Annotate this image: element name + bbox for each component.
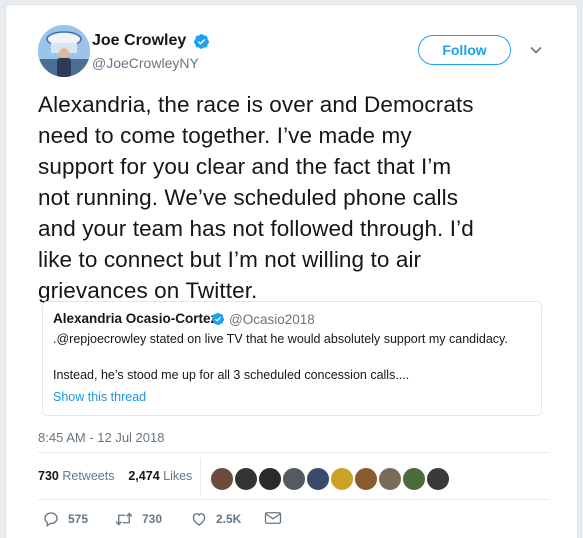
liker-avatar[interactable] [210,467,234,491]
reply-icon [44,512,58,528]
retweet-button[interactable]: 730 [114,510,162,528]
liker-avatar[interactable] [234,467,258,491]
retweets-stat[interactable]: 730 Retweets [38,469,114,483]
liker-avatar[interactable] [330,467,354,491]
tweet-line: and your team has not followed through. … [38,216,474,241]
tweet-line: like to connect but I’m not willing to a… [38,247,422,272]
like-button[interactable]: 2.5K [190,510,241,528]
quoted-author-handle: @Ocasio2018 [229,312,315,327]
tweet-text: Alexandria, the race is over and Democra… [38,89,553,306]
retweet-icon [115,512,133,526]
likes-label: Likes [163,469,193,483]
tweet-card: Joe Crowley @JoeCrowleyNY Follow Alexand… [6,5,577,538]
tweet-stats: 730 Retweets 2,474 Likes [38,469,192,483]
verified-badge-icon [194,34,209,49]
quoted-text-line: Instead, he’s stood me up for all 3 sche… [53,368,410,382]
author-handle[interactable]: @JoeCrowleyNY [92,55,199,71]
retweets-count: 730 [38,469,59,483]
retweet-count: 730 [142,512,163,526]
liker-avatar[interactable] [354,467,378,491]
direct-message-button[interactable] [264,510,290,526]
liker-avatar[interactable] [306,467,330,491]
tweet-line: Alexandria, the race is over and Democra… [38,92,474,117]
envelope-icon [264,512,282,524]
follow-button[interactable]: Follow [418,35,511,65]
liker-avatar[interactable] [282,467,306,491]
liker-avatar[interactable] [258,467,282,491]
liker-avatar[interactable] [402,467,426,491]
reply-button[interactable]: 575 [42,510,88,528]
author-avatar[interactable] [38,25,90,77]
liker-avatar[interactable] [378,467,402,491]
reply-count: 575 [68,512,89,526]
quoted-tweet[interactable]: Alexandria Ocasio-Cortez @Ocasio2018 .@r… [42,301,542,416]
retweets-label: Retweets [62,469,115,483]
divider [38,499,550,500]
tweet-line: support for you clear and the fact that … [38,154,452,179]
heart-icon [192,513,206,526]
quoted-author-name: Alexandria Ocasio-Cortez [53,311,218,326]
like-count: 2.5K [216,512,242,526]
author-name[interactable]: Joe Crowley [92,32,186,50]
tweet-line: not running. We’ve scheduled phone calls [38,185,459,210]
chevron-down-icon[interactable] [529,43,543,57]
divider [38,452,550,453]
divider [200,458,201,495]
likes-count: 2,474 [128,469,160,483]
tweet-line: need to come together. I’ve made my [38,123,412,148]
tweet-timestamp[interactable]: 8:45 AM - 12 Jul 2018 [38,430,164,445]
liker-avatar[interactable] [426,467,450,491]
likes-stat[interactable]: 2,474 Likes [128,469,192,483]
show-thread-link[interactable]: Show this thread [53,390,146,404]
verified-badge-icon [211,312,225,326]
quoted-text-line: .@repjoecrowley stated on live TV that h… [53,332,508,346]
